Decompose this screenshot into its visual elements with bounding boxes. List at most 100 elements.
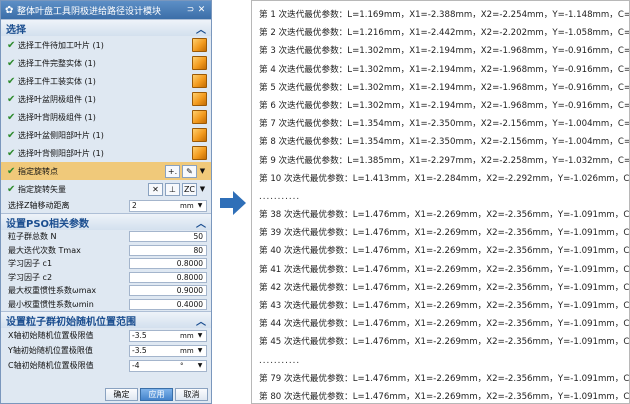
chevron-up-icon[interactable]: ︿: [196, 215, 206, 230]
range-param-value: -3.5: [132, 331, 147, 340]
pso-param-input[interactable]: 0.9000: [129, 285, 207, 297]
range-param-label: X轴初始随机位置极限值: [8, 331, 94, 340]
close-icon[interactable]: ✕: [196, 5, 207, 15]
section-range-title: 设置粒子群初始随机位置范围: [6, 316, 136, 328]
selection-item-label: 选择叶背阴极组件 (1): [18, 112, 96, 122]
check-icon: ✔: [7, 57, 16, 69]
pso-param-row: 最大迭代次数 Tmax 80: [1, 244, 211, 258]
selection-item-label: 选择叶背侧阳部叶片 (1): [18, 148, 104, 158]
gear-icon[interactable]: ✿: [5, 5, 17, 16]
selection-item[interactable]: ✔ 选择工件完整实体 (1): [1, 54, 211, 72]
select-object-icon[interactable]: [192, 56, 207, 70]
ok-button[interactable]: 确定: [105, 388, 138, 401]
pso-param-input[interactable]: 50: [129, 231, 207, 243]
iteration-results-panel: 第 1 次迭代最优参数：L=1.169mm，X1=-2.388mm，X2=-2.…: [251, 0, 630, 404]
pso-param-input[interactable]: 0.8000: [129, 271, 207, 283]
chevron-up-icon[interactable]: ︿: [196, 21, 206, 36]
range-param-row: X轴初始随机位置极限值 -3.5 mm ▼: [1, 328, 211, 343]
dialog-titlebar: ✿ 整体叶盘工具阴极进给路径设计模块 ⊃ ✕: [1, 1, 211, 19]
arrow-right-icon: [220, 191, 246, 215]
section-pso-header[interactable]: 设置PSO相关参数 ︿: [1, 213, 211, 230]
select-object-icon[interactable]: [192, 38, 207, 52]
selection-item[interactable]: ✔ 选择叶盆阴极组件 (1): [1, 90, 211, 108]
iteration-result-line: 第 5 次迭代最优参数：L=1.302mm，X1=-2.194mm，X2=-1.…: [259, 82, 630, 93]
range-param-input[interactable]: -4 ° ▼: [129, 359, 207, 372]
iteration-result-line: 第 4 次迭代最优参数：L=1.302mm，X1=-2.194mm，X2=-1.…: [259, 64, 630, 75]
chevron-down-icon[interactable]: ▼: [196, 347, 204, 354]
pso-param-row: 学习因子 c2 0.8000: [1, 271, 211, 285]
range-param-value: -3.5: [132, 346, 147, 355]
iteration-result-line: 第 1 次迭代最优参数：L=1.169mm，X1=-2.388mm，X2=-2.…: [259, 10, 630, 20]
iteration-result-line: 第 6 次迭代最优参数：L=1.302mm，X1=-2.194mm，X2=-1.…: [259, 100, 630, 111]
selection-item[interactable]: ✔ 选择工件待加工叶片 (1): [1, 36, 211, 54]
restore-icon[interactable]: ⊃: [185, 5, 196, 15]
pso-param-input[interactable]: 80: [129, 244, 207, 256]
pso-param-label: 最大权重惯性系数ωmax: [8, 286, 97, 296]
select-object-icon[interactable]: [192, 146, 207, 160]
pso-param-input[interactable]: 0.8000: [129, 258, 207, 270]
specify-rotation-vector-row[interactable]: ✔ 指定旋转矢量 ✕ ⊥ ZC ▼: [1, 180, 211, 198]
specify-rotation-point-row[interactable]: ✔ 指定旋转点 +. ✎ ▼: [1, 162, 211, 180]
check-icon: ✔: [7, 111, 16, 123]
apply-button[interactable]: 应用: [140, 388, 173, 401]
pso-param-input[interactable]: 0.4000: [129, 298, 207, 310]
selection-item[interactable]: ✔ 选择叶盆侧阳部叶片 (1): [1, 126, 211, 144]
select-object-icon[interactable]: [192, 128, 207, 142]
pso-param-label: 最大迭代次数 Tmax: [8, 245, 81, 255]
chevron-down-icon[interactable]: ▼: [196, 362, 204, 369]
z-move-input[interactable]: 2 mm ▼: [129, 199, 207, 212]
z-move-value: 2: [132, 201, 137, 210]
dialog-footer: 确定 应用 取消: [1, 388, 211, 403]
point-snap-icon[interactable]: ✎: [182, 164, 197, 178]
iteration-result-line: 第 39 次迭代最优参数：L=1.476mm，X1=-2.269mm，X2=-2…: [259, 228, 630, 239]
pso-param-label: 最小权重惯性系数ωmin: [8, 299, 94, 309]
zc-axis-icon[interactable]: ZC: [182, 182, 197, 196]
iteration-result-line: 第 3 次迭代最优参数：L=1.302mm，X1=-2.194mm，X2=-1.…: [259, 46, 630, 57]
check-icon: ✔: [7, 147, 16, 159]
section-range-header[interactable]: 设置粒子群初始随机位置范围 ︿: [1, 311, 211, 328]
check-icon: ✔: [7, 93, 16, 105]
iteration-result-line: 第 10 次迭代最优参数：L=1.413mm，X1=-2.284mm，X2=-2…: [259, 173, 630, 184]
dialog-title: 整体叶盘工具阴极进给路径设计模块: [17, 6, 162, 17]
section-select-header[interactable]: 选择 ︿: [1, 19, 211, 36]
range-param-unit: mm: [180, 331, 194, 340]
select-object-icon[interactable]: [192, 110, 207, 124]
iteration-result-line: 第 44 次迭代最优参数：L=1.476mm，X1=-2.269mm，X2=-2…: [259, 319, 630, 330]
iteration-result-line: 第 79 次迭代最优参数：L=1.476mm，X1=-2.269mm，X2=-2…: [259, 373, 630, 384]
chevron-down-icon[interactable]: ▼: [198, 167, 207, 175]
selection-item[interactable]: ✔ 选择工件工装实体 (1): [1, 72, 211, 90]
iteration-result-line: 第 2 次迭代最优参数：L=1.216mm，X1=-2.442mm，X2=-2.…: [259, 28, 630, 39]
range-param-input[interactable]: -3.5 mm ▼: [129, 344, 207, 357]
pso-param-row: 粒子群总数 N 50: [1, 230, 211, 244]
z-move-unit: mm: [180, 201, 194, 210]
select-object-icon[interactable]: [192, 92, 207, 106]
chevron-down-icon[interactable]: ▼: [196, 202, 204, 209]
selection-item[interactable]: ✔ 选择叶背阴极组件 (1): [1, 108, 211, 126]
reverse-direction-icon[interactable]: ✕: [148, 182, 163, 196]
vector-dialog-icon[interactable]: ⊥: [165, 182, 180, 196]
range-param-value: -4: [132, 361, 140, 370]
range-param-row: Y轴初始随机位置极限值 -3.5 mm ▼: [1, 343, 211, 358]
point-dialog-icon[interactable]: +.: [165, 164, 180, 178]
selection-item-label: 选择工件工装实体 (1): [18, 76, 96, 86]
range-parameter-list: X轴初始随机位置极限值 -3.5 mm ▼ Y轴初始随机位置极限值 -3.5 mm ▼ C轴初始…: [1, 328, 211, 373]
selection-item[interactable]: ✔ 选择叶背侧阳部叶片 (1): [1, 144, 211, 162]
range-param-unit: °: [180, 361, 184, 370]
iteration-result-line: 第 42 次迭代最优参数：L=1.476mm，X1=-2.269mm，X2=-2…: [259, 282, 630, 293]
range-param-label: Y轴初始随机位置极限值: [8, 346, 93, 355]
ellipsis-separator: ...........: [259, 191, 301, 202]
iteration-result-line: 第 7 次迭代最优参数：L=1.354mm，X1=-2.350mm，X2=-2.…: [259, 119, 630, 130]
cancel-button[interactable]: 取消: [175, 388, 208, 401]
selection-item-label: 选择叶盆阴极组件 (1): [18, 94, 96, 104]
select-object-icon[interactable]: [192, 74, 207, 88]
range-param-input[interactable]: -3.5 mm ▼: [129, 329, 207, 342]
chevron-down-icon[interactable]: ▼: [198, 185, 207, 193]
pso-param-row: 学习因子 c1 0.8000: [1, 257, 211, 271]
chevron-up-icon[interactable]: ︿: [196, 313, 206, 328]
pso-param-row: 最大权重惯性系数ωmax 0.9000: [1, 284, 211, 298]
rotation-vector-label: 指定旋转矢量: [18, 184, 66, 194]
range-param-unit: mm: [180, 346, 194, 355]
chevron-down-icon[interactable]: ▼: [196, 332, 204, 339]
rotation-point-label: 指定旋转点: [18, 166, 58, 176]
check-icon: ✔: [7, 75, 16, 87]
